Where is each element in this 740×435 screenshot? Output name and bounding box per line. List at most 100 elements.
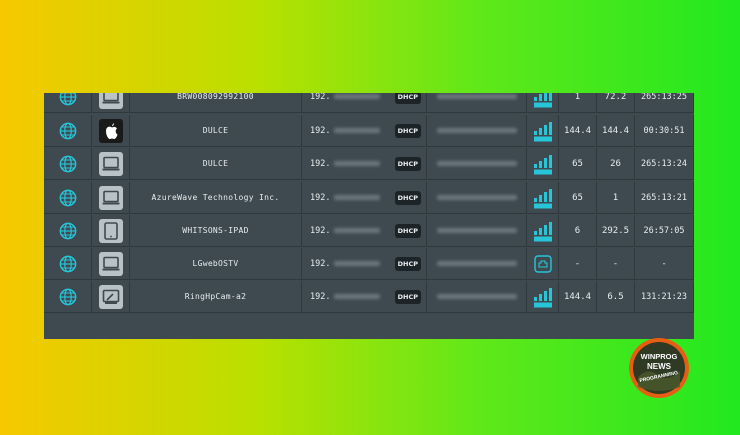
client-name[interactable]: AzureWave Technology Inc.	[130, 182, 302, 214]
mac-address-cell	[427, 281, 527, 313]
rx-rate: 6.5	[597, 281, 635, 313]
mac-address-cell	[427, 215, 527, 247]
wifi-signal-icon	[533, 121, 552, 141]
rx-rate: 292.5	[597, 215, 635, 247]
network-cell	[44, 182, 92, 214]
dhcp-badge: DHCP	[394, 257, 421, 271]
client-name[interactable]: WHITSONS-IPAD	[130, 215, 302, 247]
camera-device-icon	[98, 284, 123, 309]
device-type-cell[interactable]	[92, 281, 130, 313]
device-type-cell[interactable]	[92, 93, 130, 113]
globe-icon	[59, 189, 76, 206]
signal-cell	[527, 215, 559, 247]
ip-prefix: 192.	[310, 93, 331, 102]
computer-device-icon	[98, 251, 123, 276]
ip-prefix: 192.	[310, 225, 331, 236]
globe-icon	[59, 155, 76, 172]
access-time: 26:57:05	[635, 215, 694, 247]
ip-prefix: 192.	[310, 192, 331, 203]
client-name[interactable]: DULCE	[130, 148, 302, 180]
wired-connection-icon	[533, 254, 552, 273]
ip-address-cell: 192. DHCP	[302, 93, 427, 113]
ip-redacted	[334, 161, 381, 166]
access-time: 265:13:25	[635, 93, 694, 113]
network-cell	[44, 148, 92, 180]
mac-address-cell	[427, 148, 527, 180]
rx-rate: 144.4	[597, 115, 635, 147]
globe-icon	[59, 93, 76, 105]
dhcp-badge: DHCP	[394, 93, 421, 104]
computer-device-icon	[98, 151, 123, 176]
mac-redacted	[436, 94, 517, 99]
wifi-signal-icon	[533, 154, 552, 174]
winprog-news-logo: WINPROG NEWS PROGRAMMING	[628, 337, 690, 399]
device-type-cell[interactable]	[92, 115, 130, 147]
mac-address-cell	[427, 93, 527, 113]
ip-address-cell: 192. DHCP	[302, 115, 427, 147]
globe-icon	[59, 122, 76, 139]
dhcp-badge: DHCP	[394, 191, 421, 205]
tx-rate: 144.4	[559, 281, 597, 313]
globe-icon	[59, 222, 76, 239]
client-name[interactable]: BRW008092992100	[130, 93, 302, 113]
dhcp-badge: DHCP	[394, 157, 421, 171]
dhcp-badge: DHCP	[394, 290, 421, 304]
client-row[interactable]: BRW008092992100 192. DHCP 1 72.2 265:13:25	[44, 93, 694, 113]
ip-address-cell: 192. DHCP	[302, 248, 427, 280]
rx-rate: -	[597, 248, 635, 280]
access-time: -	[635, 248, 694, 280]
logo-line2: NEWS	[647, 362, 672, 371]
apple-device-icon	[98, 118, 123, 143]
signal-cell	[527, 93, 559, 113]
client-row[interactable]: DULCE 192. DHCP 65 26 265:13:24	[44, 148, 694, 180]
client-row[interactable]: LGwebOSTV 192. DHCP - - -	[44, 248, 694, 280]
mac-redacted	[436, 261, 517, 266]
network-cell	[44, 215, 92, 247]
client-name[interactable]: RingHpCam-a2	[130, 281, 302, 313]
mac-redacted	[436, 128, 517, 133]
ip-prefix: 192.	[310, 291, 331, 302]
ip-address-cell: 192. DHCP	[302, 215, 427, 247]
client-row[interactable]: AzureWave Technology Inc. 192. DHCP 65 1 265:…	[44, 182, 694, 214]
tablet-device-icon	[98, 218, 123, 243]
globe-icon	[59, 288, 76, 305]
access-time: 00:30:51	[635, 115, 694, 147]
ip-address-cell: 192. DHCP	[302, 281, 427, 313]
client-row[interactable]: WHITSONS-IPAD 192. DHCP 6 292.5 26:57:05	[44, 215, 694, 247]
ip-redacted	[334, 228, 381, 233]
device-type-cell[interactable]	[92, 248, 130, 280]
ip-redacted	[334, 261, 381, 266]
wifi-signal-icon	[533, 287, 552, 307]
network-cell	[44, 115, 92, 147]
ip-prefix: 192.	[310, 258, 331, 269]
ip-prefix: 192.	[310, 125, 331, 136]
client-name[interactable]: LGwebOSTV	[130, 248, 302, 280]
mac-address-cell	[427, 248, 527, 280]
globe-icon	[59, 255, 76, 272]
device-type-cell[interactable]	[92, 182, 130, 214]
signal-cell	[527, 248, 559, 280]
signal-cell	[527, 115, 559, 147]
wifi-signal-icon	[533, 221, 552, 241]
ip-prefix: 192.	[310, 158, 331, 169]
device-type-cell[interactable]	[92, 148, 130, 180]
signal-cell	[527, 182, 559, 214]
tx-rate: 144.4	[559, 115, 597, 147]
client-row[interactable]: DULCE 192. DHCP 144.4 144.4 00:30:51	[44, 115, 694, 147]
client-row[interactable]: RingHpCam-a2 192. DHCP 144.4 6.5 131:21:23	[44, 281, 694, 313]
client-name[interactable]: DULCE	[130, 115, 302, 147]
dhcp-badge: DHCP	[394, 124, 421, 138]
mac-address-cell	[427, 182, 527, 214]
device-type-cell[interactable]	[92, 215, 130, 247]
access-time: 265:13:21	[635, 182, 694, 214]
network-cell	[44, 248, 92, 280]
wifi-signal-icon	[533, 93, 552, 107]
tx-rate: -	[559, 248, 597, 280]
ip-redacted	[334, 294, 381, 299]
network-cell	[44, 281, 92, 313]
ip-redacted	[334, 195, 381, 200]
rx-rate: 72.2	[597, 93, 635, 113]
mac-redacted	[436, 294, 517, 299]
computer-device-icon	[98, 185, 123, 210]
mac-redacted	[436, 161, 517, 166]
